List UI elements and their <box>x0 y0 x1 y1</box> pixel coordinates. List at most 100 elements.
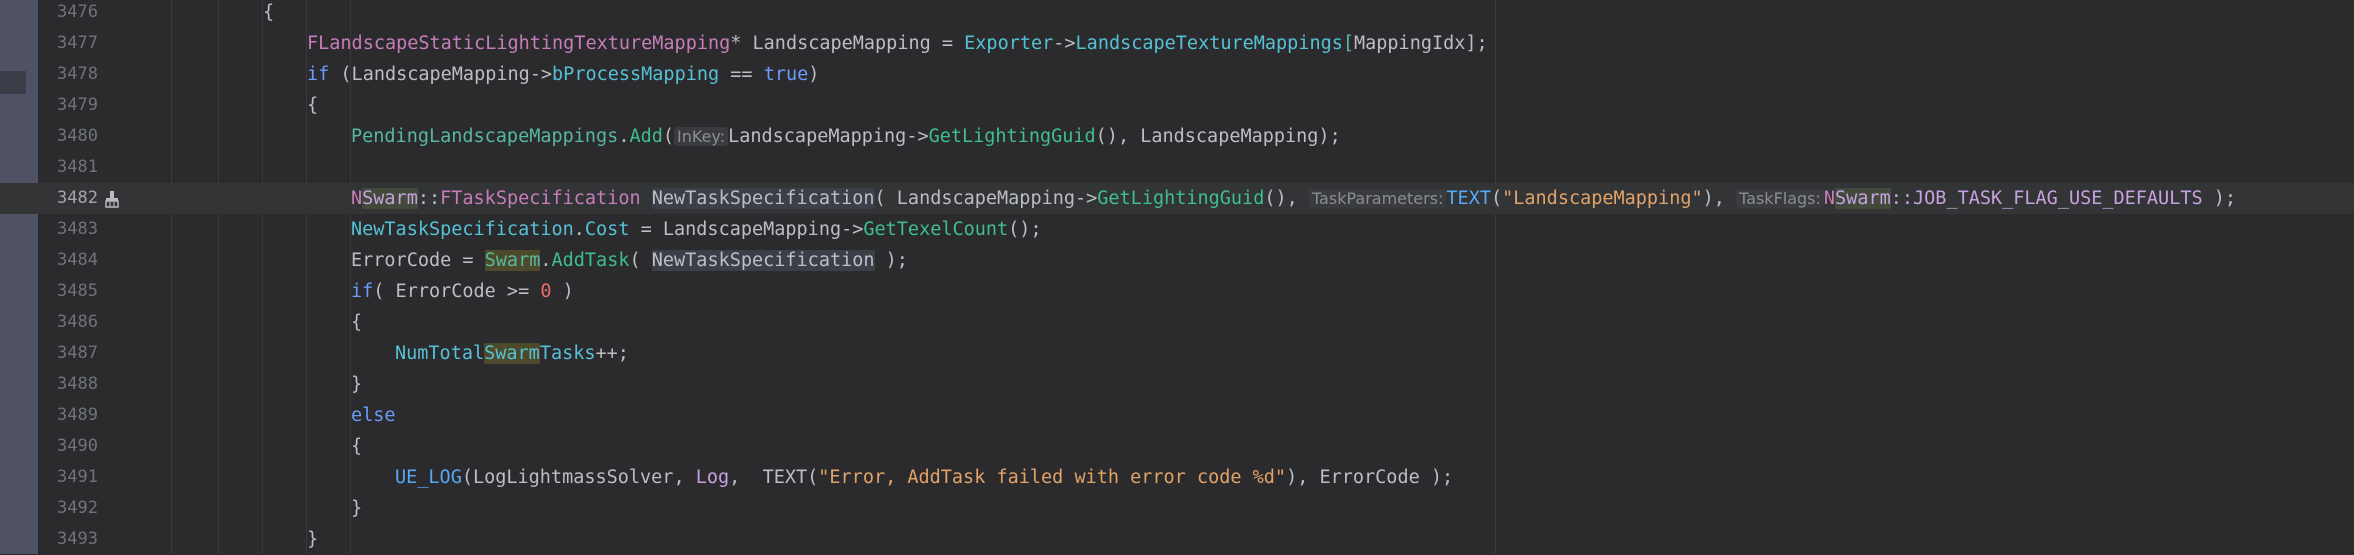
code-text: { <box>351 431 362 462</box>
bracket-token: ) <box>808 64 820 85</box>
bracket-token: ), ErrorCode ); <box>1286 467 1454 488</box>
bracket-token: ]; <box>1465 33 1488 54</box>
method-token: GetLightingGuid <box>1097 188 1265 209</box>
highlighted-token: Swarm <box>484 343 540 364</box>
code-text: NSwarm::FTaskSpecification NewTaskSpecif… <box>351 183 2236 214</box>
code-line[interactable]: 3493 } <box>0 524 2354 555</box>
brace: } <box>307 529 319 550</box>
highlighted-token: Swarm <box>362 188 418 209</box>
brace: { <box>351 436 363 457</box>
code-line[interactable]: 3487 NumTotalSwarmTasks++; <box>0 338 2354 369</box>
identifier-token: Log <box>695 467 730 488</box>
identifier-token: NumTotal <box>395 343 485 364</box>
brace: { <box>263 2 275 23</box>
code-text: ErrorCode = Swarm.AddTask( NewTaskSpecif… <box>351 245 908 276</box>
macro-token: TEXT <box>1446 188 1491 209</box>
type-token: FLandscapeStaticLightingTextureMapping <box>307 33 731 54</box>
keyword-token: if <box>351 281 374 302</box>
bracket-token: ( <box>1490 188 1503 209</box>
identifier-token: Exporter <box>964 33 1054 54</box>
code-editor[interactable]: 3476 { 3477 FLandscapeStaticLightingText… <box>0 0 2354 554</box>
code-line[interactable]: 3476 { <box>0 0 2354 28</box>
operator-token: == <box>719 64 764 85</box>
line-number: 3479 <box>57 95 98 115</box>
code-line[interactable]: 3490 { <box>0 431 2354 462</box>
code-line[interactable]: 3492 } <box>0 493 2354 524</box>
bracket-token: ); <box>2202 188 2237 209</box>
brush-icon[interactable] <box>103 190 121 208</box>
line-number: 3491 <box>57 467 98 487</box>
line-number: 3485 <box>57 281 98 301</box>
identifier-token: ( ErrorCode >= <box>373 281 541 302</box>
brace: } <box>351 498 363 519</box>
line-number: 3476 <box>57 2 98 22</box>
highlighted-token: Swarm <box>1835 188 1891 209</box>
keyword-token: if <box>307 64 330 85</box>
method-token: GetLightingGuid <box>928 126 1096 147</box>
field-token: LandscapeTextureMappings <box>1075 33 1343 54</box>
code-text: if( ErrorCode >= 0 ) <box>351 276 574 307</box>
identifier-token: LandscapeMapping = <box>741 33 965 54</box>
line-number: 3477 <box>57 33 98 53</box>
code-line[interactable]: 3483 NewTaskSpecification.Cost = Landsca… <box>0 214 2354 245</box>
line-number: 3482 <box>57 188 98 208</box>
code-line[interactable]: 3478 if (LandscapeMapping->bProcessMappi… <box>0 59 2354 90</box>
inlay-hint: TaskFlags: <box>1736 189 1824 208</box>
operator-token: -> <box>1053 33 1076 54</box>
identifier-token: PendingLandscapeMappings <box>351 126 619 147</box>
operator-token: . <box>618 126 630 147</box>
code-line[interactable]: 3486 { <box>0 307 2354 338</box>
brace: { <box>351 312 363 333</box>
method-token: AddTask <box>551 250 630 271</box>
operator-token: ++; <box>595 343 629 364</box>
bracket-token: (), <box>1264 188 1309 209</box>
code-line[interactable]: 3477 FLandscapeStaticLightingTextureMapp… <box>0 28 2354 59</box>
code-line[interactable]: 3484 ErrorCode = Swarm.AddTask( NewTaskS… <box>0 245 2354 276</box>
identifier-token: LandscapeMapping-> <box>728 126 929 147</box>
code-line[interactable]: 3481 <box>0 152 2354 183</box>
type-token: FTaskSpecification <box>440 188 641 209</box>
namespace-token: N <box>351 188 363 209</box>
line-number: 3493 <box>57 529 98 549</box>
operator-token: * <box>730 33 742 54</box>
line-number: 3478 <box>57 64 98 84</box>
code-line[interactable]: 3488 } <box>0 369 2354 400</box>
operator-token: :: <box>417 188 441 209</box>
line-number: 3492 <box>57 498 98 518</box>
field-token: Cost <box>584 219 630 240</box>
code-line-current[interactable]: 3482 NSwarm::FTaskSpecification NewTaskS… <box>0 183 2354 214</box>
code-text: { <box>263 0 274 28</box>
brace: { <box>307 95 319 116</box>
code-line[interactable]: 3479 { <box>0 90 2354 121</box>
string-token: "LandscapeMapping" <box>1502 188 1703 209</box>
identifier-token: MappingIdx <box>1354 33 1466 54</box>
code-text: { <box>351 307 362 338</box>
code-text: if (LandscapeMapping->bProcessMapping ==… <box>307 59 819 90</box>
inlay-hint: InKey: <box>674 127 729 146</box>
method-token: GetTexelCount <box>863 219 1009 240</box>
code-text: } <box>351 369 362 400</box>
brace: } <box>351 374 363 395</box>
code-text: NumTotalSwarmTasks++; <box>395 338 629 369</box>
identifier-token: (LandscapeMapping-> <box>329 64 553 85</box>
field-token: bProcessMapping <box>552 64 720 85</box>
identifier-token: (LogLightmassSolver, <box>461 467 696 488</box>
code-text: { <box>307 90 318 121</box>
identifier-token: NewTaskSpecification <box>651 250 875 271</box>
code-line[interactable]: 3489 else <box>0 400 2354 431</box>
bracket-token: ( <box>629 250 652 271</box>
operator-token: . <box>573 219 585 240</box>
code-line[interactable]: 3491 UE_LOG(LogLightmassSolver, Log, TEX… <box>0 462 2354 493</box>
identifier-token: = LandscapeMapping-> <box>629 219 864 240</box>
line-number: 3488 <box>57 374 98 394</box>
identifier-token: NewTaskSpecification <box>351 219 574 240</box>
code-text: PendingLandscapeMappings.Add(InKey: Lands… <box>351 121 1341 152</box>
code-text: } <box>351 493 362 524</box>
identifier-token: ErrorCode = <box>351 250 485 271</box>
line-number: 3490 <box>57 436 98 456</box>
code-line[interactable]: 3480 PendingLandscapeMappings.Add(InKey:… <box>0 121 2354 152</box>
code-text: NewTaskSpecification.Cost = LandscapeMap… <box>351 214 1042 245</box>
bracket-token: ( <box>662 126 675 147</box>
code-line[interactable]: 3485 if( ErrorCode >= 0 ) <box>0 276 2354 307</box>
